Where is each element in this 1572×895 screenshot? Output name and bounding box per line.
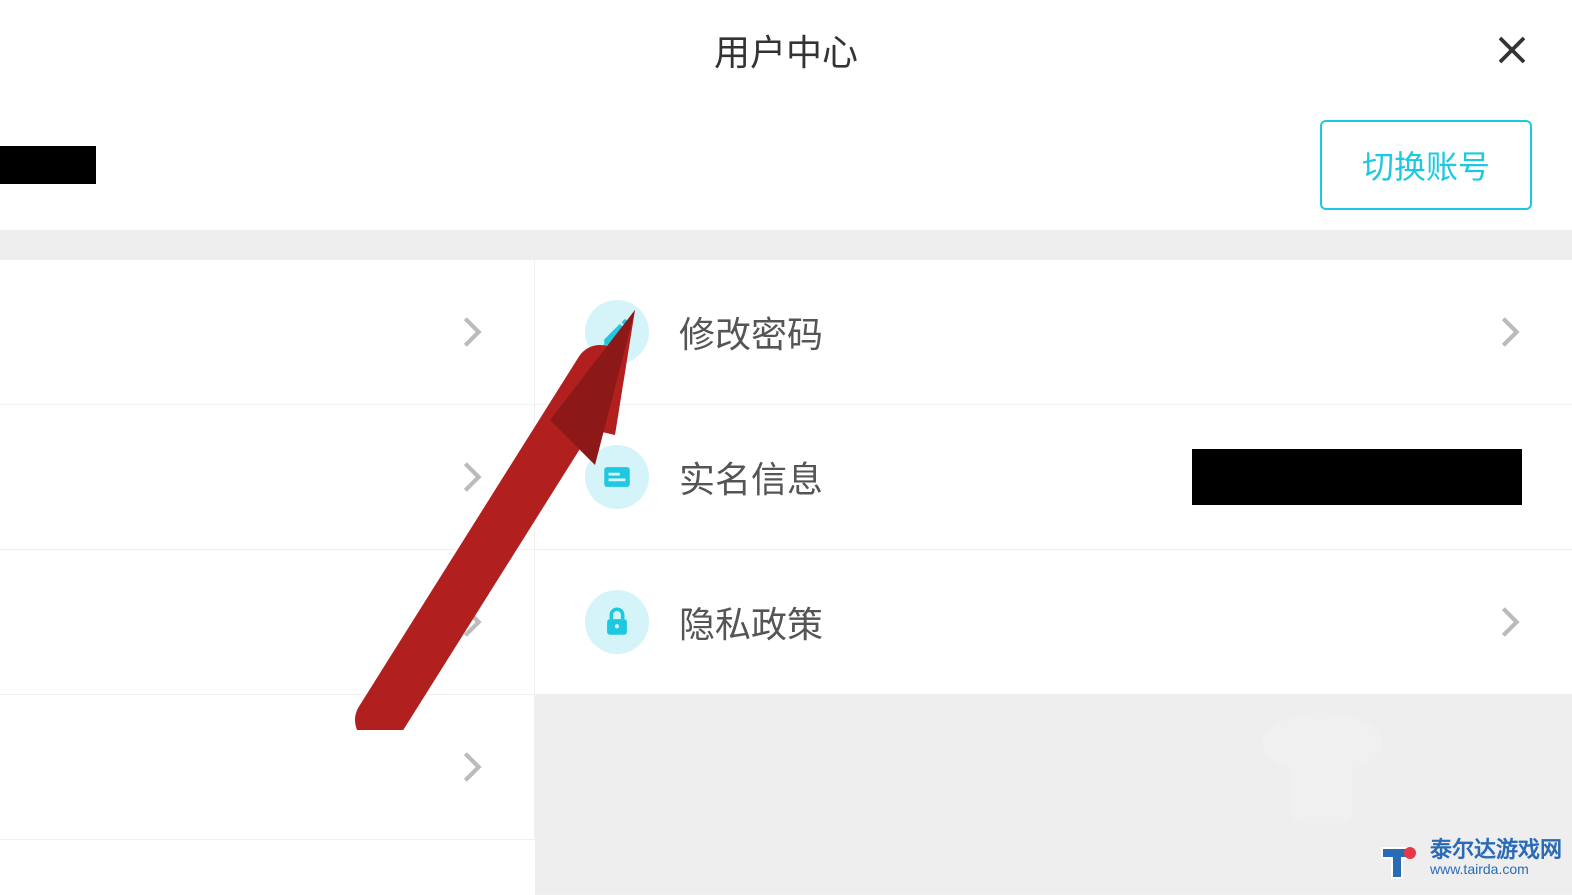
chevron-right-icon: [460, 320, 484, 344]
chevron-right-icon: [460, 465, 484, 489]
watermark-text: 泰尔达游戏网 www.tairda.com: [1430, 838, 1562, 878]
id-card-icon: [585, 445, 649, 509]
left-row-1[interactable]: [0, 260, 535, 405]
edit-icon: [585, 300, 649, 364]
silhouette-decoration: [1232, 693, 1412, 843]
left-row-3[interactable]: [0, 550, 535, 695]
left-row-4[interactable]: [0, 695, 535, 840]
watermark-logo-icon: [1372, 833, 1422, 883]
change-password-row[interactable]: 修改密码: [535, 260, 1572, 405]
divider: [0, 230, 1572, 260]
lock-icon: [585, 590, 649, 654]
privacy-policy-label: 隐私政策: [679, 596, 1498, 648]
page-title: 用户中心: [714, 24, 858, 76]
redacted-real-name-value: [1192, 449, 1522, 505]
close-icon: [1494, 32, 1530, 68]
right-column: 修改密码 实名信息: [535, 260, 1572, 895]
watermark: 泰尔达游戏网 www.tairda.com: [1372, 833, 1562, 883]
chevron-right-icon: [460, 610, 484, 634]
left-column: [0, 260, 535, 895]
real-name-info-row[interactable]: 实名信息: [535, 405, 1572, 550]
chevron-right-icon: [460, 755, 484, 779]
close-button[interactable]: [1492, 30, 1532, 70]
chevron-right-icon: [1498, 610, 1522, 634]
chevron-right-icon: [1498, 320, 1522, 344]
privacy-policy-row[interactable]: 隐私政策: [535, 550, 1572, 695]
change-password-label: 修改密码: [679, 306, 1498, 358]
watermark-sub-text: www.tairda.com: [1430, 862, 1562, 877]
account-row: 切换账号: [0, 100, 1572, 230]
watermark-main-text: 泰尔达游戏网: [1430, 838, 1562, 862]
real-name-info-label: 实名信息: [679, 451, 1192, 503]
switch-account-button[interactable]: 切换账号: [1320, 120, 1532, 210]
redacted-username: [0, 146, 96, 184]
header: 用户中心: [0, 0, 1572, 100]
left-row-2[interactable]: [0, 405, 535, 550]
